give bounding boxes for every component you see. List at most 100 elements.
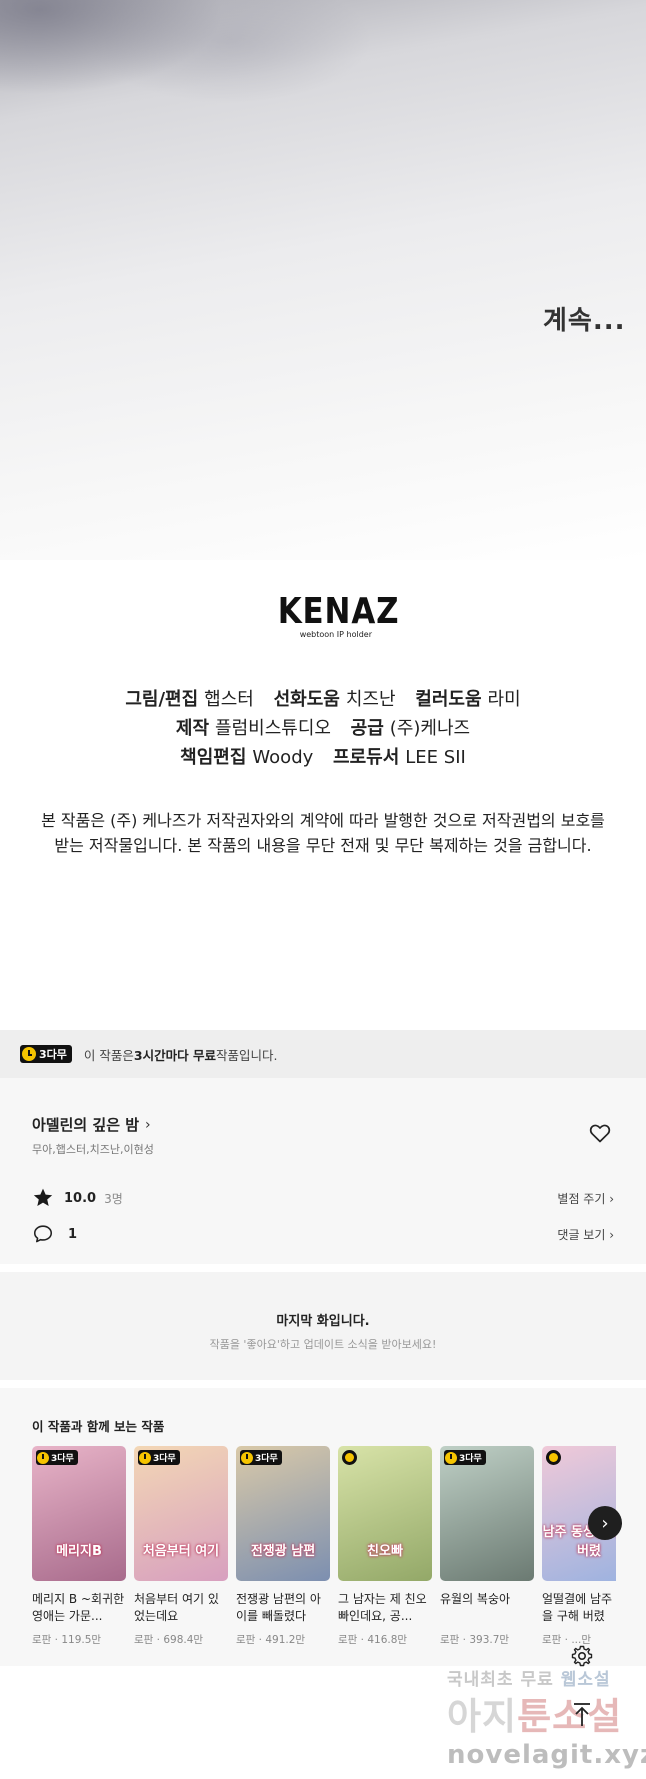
free-badge: 3다무 (444, 1450, 486, 1465)
card-title: 그 남자는 제 친오빠인데요, 공... (338, 1592, 427, 1623)
card-genre: 로판 (32, 1634, 52, 1646)
comment-icon (33, 1225, 53, 1243)
cover-logo: 처음부터 여기 (142, 1544, 220, 1559)
cover-thumbnail: 3다무처음부터 여기 (134, 1446, 228, 1581)
card-title: 얼떨결에 남주 생을 구해 버렸 (542, 1592, 616, 1623)
heart-icon[interactable] (588, 1121, 612, 1145)
cover-logo: 전쟁광 남편 (250, 1544, 316, 1559)
logo-name: KENAZ (277, 591, 400, 632)
rating-row: 10.0 3명 (32, 1187, 123, 1209)
credit-name: 라미 (487, 689, 521, 710)
rate-button[interactable]: 별점 주기 › (557, 1190, 614, 1207)
free-text-pre: 이 작품은 (83, 1047, 134, 1063)
free-badge: 3다무 (240, 1450, 282, 1465)
credits-line-2: 제작 플럼비스튜디오 공급 (주)케나즈 (0, 714, 646, 743)
credit-name: Woody (252, 747, 314, 768)
divider (0, 1264, 646, 1272)
credits-line-1: 그림/편집 햅스터 선화도움 치즈난 컬러도움 라미 (0, 685, 646, 714)
clock-icon (37, 1451, 49, 1464)
copyright-notice: 본 작품은 (주) 케나즈가 저작권자와의 계약에 따라 발행한 것으로 저작권… (0, 808, 646, 858)
chevron-right-icon: › (145, 1116, 151, 1133)
clock-icon (241, 1451, 253, 1464)
card-views: 698.4만 (163, 1634, 204, 1646)
clock-icon (139, 1451, 151, 1464)
cover-logo: 메리지B (56, 1544, 102, 1559)
card-views: 491.2만 (265, 1634, 306, 1646)
clock-icon (445, 1451, 457, 1464)
watermark-text: 아지 (447, 1695, 518, 1738)
cover-logo: 친오빠 (367, 1544, 403, 1559)
last-episode-subtitle: 작품을 '좋아요'하고 업데이트 소식을 받아보세요! (209, 1338, 437, 1351)
comic-final-panel: 계속... (0, 0, 646, 560)
badge-label: 3다무 (459, 1454, 482, 1464)
badge-label: 3다무 (255, 1454, 278, 1464)
scroll-top-icon[interactable] (570, 1702, 594, 1728)
credit-name: 플럼비스튜디오 (215, 718, 331, 739)
rating-value: 10.0 (64, 1190, 97, 1206)
clock-icon (546, 1450, 561, 1465)
separator: · (357, 1634, 368, 1646)
clock-icon (342, 1450, 357, 1465)
card-views: 393.7만 (469, 1634, 510, 1646)
credit-role: 선화도움 (273, 689, 340, 710)
watermark-line-3: novelagit.xyz (447, 1740, 646, 1770)
free-schedule-bar: 3다무 이 작품은 3시간마다 무료 작품입니다. (0, 1030, 646, 1078)
view-comments-button[interactable]: 댓글 보기 › (557, 1226, 614, 1243)
cover-thumbnail: 3다무전쟁광 남편 (236, 1446, 330, 1581)
recommendation-card[interactable]: 3다무 유월의 복숭아 로판 · 393.7만 (440, 1446, 534, 1647)
publisher-logo: KENAZ webtoon IP holder (270, 591, 400, 640)
badge-label: 3다무 (51, 1454, 74, 1464)
work-info-panel: 아델린의 깊은 밤 › 무아,햅스터,치즈난,이현성 10.0 3명 별점 주기… (0, 1078, 646, 1264)
free-badge: 3다무 (138, 1450, 180, 1465)
credit-role: 컬러도움 (415, 689, 482, 710)
credit-role: 프로듀서 (333, 747, 400, 768)
recommendation-card[interactable]: 남주 동생을 구해 버렸얼떨결에 남주 생을 구해 버렸로판 · ...만 (542, 1446, 616, 1647)
card-meta: 로판 · 698.4만 (134, 1632, 228, 1647)
settings-icon[interactable] (570, 1644, 594, 1668)
card-title: 처음부터 여기 있었는데요 (134, 1592, 219, 1623)
card-title: 전쟁광 남편의 아이를 빼돌렸다 (236, 1592, 321, 1623)
separator: · (255, 1634, 266, 1646)
card-views: 119.5만 (61, 1634, 102, 1646)
recommendation-card[interactable]: 3다무메리지B 메리지 B ~회귀한 영애는 가문... 로판 · 119.5만 (32, 1446, 126, 1647)
recommendation-card[interactable]: 3다무처음부터 여기처음부터 여기 있었는데요로판 · 698.4만 (134, 1446, 228, 1647)
separator: · (153, 1634, 164, 1646)
separator: · (459, 1634, 470, 1646)
recommendation-card[interactable]: 친오빠그 남자는 제 친오빠인데요, 공... 로판 · 416.8만 (338, 1446, 432, 1647)
free-text-post: 작품입니다. (215, 1047, 278, 1063)
card-title: 메리지 B ~회귀한 영애는 가문... (32, 1592, 125, 1623)
card-views: 416.8만 (367, 1634, 408, 1646)
separator: · (51, 1634, 62, 1646)
credit-role: 책임편집 (180, 747, 247, 768)
badge-label: 3다무 (153, 1454, 176, 1464)
comment-row: 1 (32, 1223, 77, 1245)
card-meta: 로판 · 119.5만 (32, 1632, 126, 1647)
rating-count: 3명 (104, 1191, 123, 1206)
free-text-bold: 3시간마다 무료 (133, 1047, 216, 1063)
credit-name: 치즈난 (345, 689, 396, 710)
credit-role: 제작 (175, 718, 210, 739)
card-genre: 로판 (134, 1634, 154, 1646)
notice-line-1: 본 작품은 (주) 케나즈가 저작권자와의 계약에 따라 발행한 것으로 저작권… (41, 811, 605, 830)
credits: 그림/편집 햅스터 선화도움 치즈난 컬러도움 라미 제작 플럼비스튜디오 공급 (주)케… (0, 685, 646, 772)
card-meta: 로판 · 393.7만 (440, 1632, 534, 1647)
work-authors: 무아,햅스터,치즈난,이현성 (32, 1143, 154, 1156)
free-badge: 3다무 (36, 1450, 78, 1465)
card-genre: 로판 (440, 1634, 460, 1646)
clock-icon (22, 1047, 36, 1061)
watermark-line-2: 아지툰소설 (447, 1686, 622, 1740)
card-meta: 로판 · 491.2만 (236, 1632, 330, 1647)
cover-thumbnail: 친오빠 (338, 1446, 432, 1581)
credit-name: 햅스터 (204, 689, 254, 710)
comment-count: 1 (68, 1226, 78, 1242)
cover-thumbnail: 3다무 (440, 1446, 534, 1581)
card-meta: 로판 · 416.8만 (338, 1632, 432, 1647)
free-badge: 3다무 (20, 1045, 72, 1063)
recommendation-carousel: 3다무 메리지B 메리지 B ~회귀한 영애는 가문... 로판 · 119.5만 3다… (32, 1446, 616, 1656)
work-title-link[interactable]: 아델린의 깊은 밤 › (32, 1114, 151, 1135)
carousel-next-button[interactable]: › (588, 1506, 622, 1540)
recommendation-card[interactable]: 3다무전쟁광 남편전쟁광 남편의 아이를 빼돌렸다로판 · 491.2만 (236, 1446, 330, 1647)
credit-role: 그림/편집 (125, 689, 199, 710)
credit-role: 공급 (350, 718, 384, 739)
card-genre: 로판 (338, 1634, 358, 1646)
